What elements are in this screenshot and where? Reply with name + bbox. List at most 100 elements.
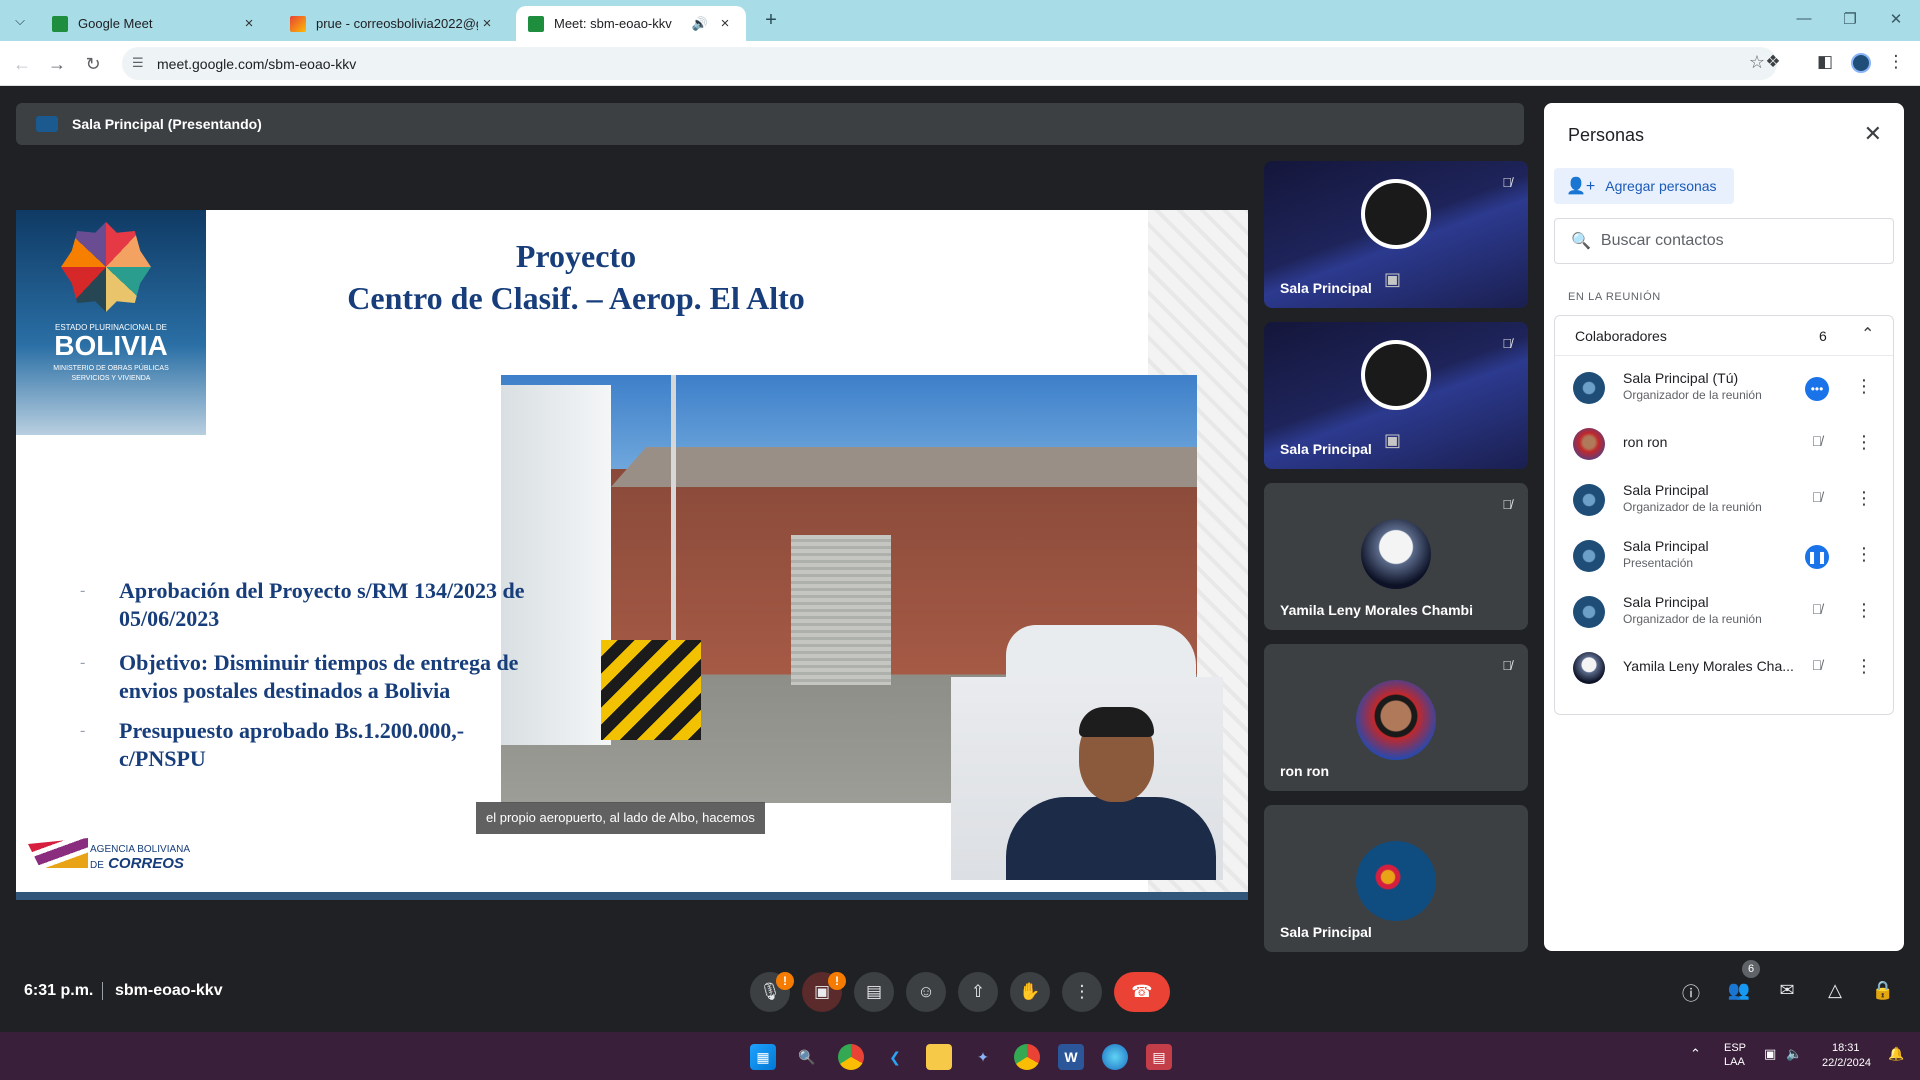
- close-window-icon[interactable]: ✕: [1873, 10, 1919, 28]
- notifications-icon[interactable]: 🔔: [1888, 1046, 1904, 1062]
- camera-warning-icon: !: [828, 972, 846, 990]
- mic-off-icon[interactable]: 🎙̸: [1805, 433, 1829, 457]
- vscode-icon[interactable]: ❮: [882, 1044, 908, 1070]
- windows-start-icon[interactable]: ▦: [750, 1044, 776, 1070]
- meeting-info-icon[interactable]: ⓘ: [1678, 980, 1704, 1006]
- close-tab-icon[interactable]: ×: [716, 15, 734, 32]
- word-icon[interactable]: W: [1058, 1044, 1084, 1070]
- meet-favicon-icon: [528, 15, 544, 32]
- close-panel-icon[interactable]: ✕: [1864, 121, 1882, 147]
- speaker-video-overlay: [951, 677, 1223, 880]
- participant-tile[interactable]: 🎙̸ ▣ Sala Principal: [1264, 161, 1528, 308]
- correos-logo-line1: AGENCIA BOLIVIANA: [90, 844, 191, 855]
- chrome-icon[interactable]: [1014, 1044, 1040, 1070]
- participant-row[interactable]: Sala Principal Presentación ❚❚ ⋮: [1555, 528, 1893, 584]
- add-people-button[interactable]: 👤+ Agregar personas: [1554, 168, 1734, 204]
- restore-icon[interactable]: ❐: [1827, 10, 1873, 28]
- kebab-menu-icon[interactable]: ⋮: [1855, 488, 1873, 509]
- kebab-menu-icon[interactable]: ⋮: [1855, 600, 1873, 621]
- tab-google-meet[interactable]: Google Meet ×: [40, 6, 270, 41]
- participant-tile[interactable]: 🎙̸ ron ron: [1264, 644, 1528, 791]
- chat-icon[interactable]: ✉: [1774, 980, 1800, 1006]
- participant-row[interactable]: Yamila Leny Morales Cha... 🎙̸ ⋮: [1555, 640, 1893, 696]
- chrome-icon[interactable]: [838, 1044, 864, 1070]
- browser-menu-icon[interactable]: ⋮: [1884, 52, 1908, 76]
- kebab-menu-icon[interactable]: ⋮: [1855, 656, 1873, 677]
- windows-taskbar: ▦ 🔍 ❮ ✦ W ▤ ⌃ ESP LAA ▣ 🔈 18:31 22/2/202…: [0, 1032, 1920, 1080]
- search-contacts-input[interactable]: 🔍 Buscar contactos: [1554, 218, 1894, 264]
- browser-globe-icon[interactable]: [1102, 1044, 1128, 1070]
- search-icon[interactable]: 🔍: [794, 1044, 820, 1070]
- mic-off-icon[interactable]: 🎙̸: [1805, 489, 1829, 513]
- tab-title: Google Meet: [78, 16, 153, 31]
- collaborators-group: Colaboradores 6 ⌃ Sala Principal (Tú) Or…: [1554, 315, 1894, 715]
- kebab-menu-icon[interactable]: ⋮: [1855, 376, 1873, 397]
- tab-title: prue - correosbolivia2022@gm: [316, 16, 478, 31]
- participant-row[interactable]: ron ron 🎙̸ ⋮: [1555, 416, 1893, 472]
- people-icon[interactable]: 👥: [1726, 980, 1752, 1006]
- mic-off-icon[interactable]: 🎙̸: [1805, 657, 1829, 681]
- bolivia-emblem-panel: ESTADO PLURINACIONAL DE BOLIVIA MINISTER…: [16, 210, 206, 435]
- tray-overflow-icon[interactable]: ⌃: [1690, 1046, 1701, 1062]
- keyboard-layout[interactable]: LAA: [1724, 1056, 1745, 1068]
- in-meeting-label: EN LA REUNIÓN: [1568, 291, 1661, 303]
- avatar: [1573, 372, 1605, 404]
- participant-name: Yamila Leny Morales Cha...: [1623, 658, 1794, 674]
- extensions-icon[interactable]: ❖: [1761, 52, 1785, 76]
- side-panel-icon[interactable]: ◧: [1813, 52, 1837, 76]
- copilot-icon[interactable]: ✦: [970, 1044, 996, 1070]
- meeting-code: sbm-eoao-kkv: [115, 982, 223, 999]
- address-bar[interactable]: ☰ meet.google.com/sbm-eoao-kkv ☆: [122, 47, 1777, 80]
- slide-bullets: Aprobación del Proyecto s/RM 134/2023 de…: [62, 577, 532, 773]
- chevron-up-icon[interactable]: ⌃: [1861, 324, 1874, 344]
- url-text[interactable]: meet.google.com/sbm-eoao-kkv: [157, 56, 356, 72]
- reactions-button[interactable]: ☺: [906, 972, 946, 1012]
- participant-row[interactable]: Sala Principal Organizador de la reunión…: [1555, 472, 1893, 528]
- app-icon[interactable]: ▤: [1146, 1044, 1172, 1070]
- language-indicator[interactable]: ESP: [1724, 1042, 1746, 1054]
- kebab-menu-icon[interactable]: ⋮: [1855, 544, 1873, 565]
- participant-row[interactable]: Sala Principal Organizador de la reunión…: [1555, 584, 1893, 640]
- search-placeholder: Buscar contactos: [1600, 232, 1724, 249]
- mic-off-icon: 🎙̸: [1502, 336, 1512, 351]
- bullet-objective: Objetivo: Disminuir tiempos de entrega d…: [62, 649, 532, 705]
- people-count-badge: 6: [1742, 960, 1760, 978]
- site-info-icon[interactable]: ☰: [132, 55, 144, 71]
- file-explorer-icon[interactable]: [926, 1044, 952, 1070]
- mic-off-icon[interactable]: 🎙̸: [1805, 601, 1829, 625]
- leave-call-button[interactable]: ☎: [1114, 972, 1170, 1012]
- profile-avatar[interactable]: [1851, 53, 1871, 73]
- forward-icon[interactable]: →: [44, 51, 70, 77]
- reload-icon[interactable]: ↻: [80, 51, 106, 77]
- participant-row[interactable]: Sala Principal (Tú) Organizador de la re…: [1555, 360, 1893, 416]
- mic-warning-icon: !: [776, 972, 794, 990]
- volume-icon[interactable]: 🔈: [1786, 1046, 1802, 1062]
- more-options-button[interactable]: ⋮: [1062, 972, 1102, 1012]
- host-controls-icon[interactable]: 🔒: [1870, 980, 1896, 1006]
- avatar: [1573, 652, 1605, 684]
- close-tab-icon[interactable]: ×: [478, 15, 496, 32]
- participant-tile[interactable]: Sala Principal: [1264, 805, 1528, 952]
- audio-playing-icon[interactable]: 🔊: [692, 16, 708, 32]
- tab-meet-active[interactable]: Meet: sbm-eoao-kkv 🔊 ×: [516, 6, 746, 41]
- close-tab-icon[interactable]: ×: [240, 15, 258, 32]
- kebab-menu-icon[interactable]: ⋮: [1855, 432, 1873, 453]
- raise-hand-button[interactable]: ✋: [1010, 972, 1050, 1012]
- activities-icon[interactable]: △: [1822, 980, 1848, 1006]
- gmail-favicon-icon: [290, 15, 306, 32]
- tab-search-icon[interactable]: ⌵: [8, 9, 32, 33]
- tab-gmail[interactable]: prue - correosbolivia2022@gm ×: [278, 6, 508, 41]
- taskbar-date[interactable]: 22/2/2024: [1822, 1057, 1871, 1069]
- more-options-icon[interactable]: •••: [1805, 377, 1829, 401]
- network-icon[interactable]: ▣: [1764, 1046, 1776, 1062]
- minimize-icon[interactable]: —: [1781, 10, 1827, 27]
- back-icon[interactable]: ←: [9, 51, 35, 77]
- collaborators-header[interactable]: Colaboradores 6 ⌃: [1555, 316, 1893, 356]
- taskbar-time[interactable]: 18:31: [1832, 1042, 1860, 1054]
- participant-tile[interactable]: 🎙̸ ▣ Sala Principal: [1264, 322, 1528, 469]
- new-tab-button[interactable]: +: [760, 10, 782, 32]
- present-button[interactable]: ⇧: [958, 972, 998, 1012]
- browser-tab-strip: ⌵ Google Meet × prue - correosbolivia202…: [0, 0, 1920, 41]
- participant-tile[interactable]: 🎙̸ Yamila Leny Morales Chambi: [1264, 483, 1528, 630]
- captions-button[interactable]: ▤: [854, 972, 894, 1012]
